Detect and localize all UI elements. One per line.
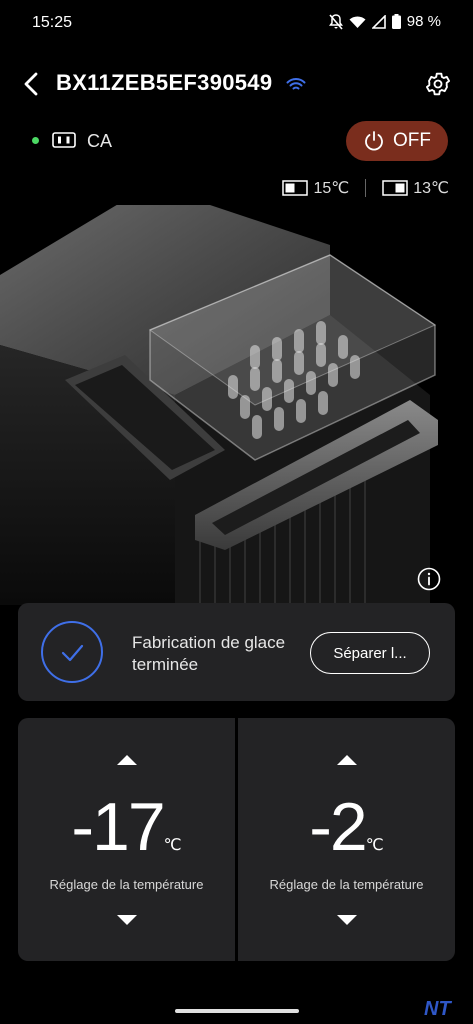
- ac-outlet-icon: [52, 132, 76, 148]
- battery-percent: 98 %: [406, 13, 441, 30]
- separate-button-label: Séparer l...: [333, 644, 407, 662]
- back-arrow-icon[interactable]: [20, 70, 44, 98]
- left-zone-value: 15℃: [313, 180, 350, 197]
- right-zone-icon: [382, 180, 408, 196]
- right-zone-value: 13℃: [413, 180, 449, 197]
- left-zone-temp: 15℃: [282, 178, 349, 198]
- right-temp-unit: ℃: [365, 837, 384, 854]
- status-icons: 98 %: [328, 13, 441, 30]
- wifi-status-icon: [349, 16, 366, 28]
- power-status-dot: [32, 137, 39, 144]
- mute-bell-icon: [328, 13, 343, 30]
- right-temp-readout: -2℃: [238, 788, 455, 866]
- right-temp-decrease-icon[interactable]: [335, 913, 359, 927]
- wifi-connected-icon: [286, 78, 306, 90]
- power-icon: [365, 131, 383, 151]
- left-zone-icon: [282, 180, 309, 196]
- notification-message: Fabrication de glace terminée: [132, 633, 286, 674]
- right-temp-value: -2: [309, 789, 367, 865]
- home-indicator[interactable]: [175, 1009, 299, 1013]
- zone-divider: [365, 179, 367, 197]
- separate-ice-button[interactable]: Séparer l...: [310, 632, 430, 674]
- check-circle-icon: [41, 621, 103, 683]
- right-temp-increase-icon[interactable]: [335, 753, 359, 767]
- right-zone-temp: 13℃: [382, 178, 449, 198]
- status-time: 15:25: [32, 14, 73, 31]
- left-temp-label: Réglage de la température: [49, 877, 204, 892]
- left-temp-unit: ℃: [163, 837, 182, 854]
- left-temp-decrease-icon[interactable]: [115, 913, 139, 927]
- power-button-label: OFF: [393, 130, 431, 151]
- right-temp-label: Réglage de la température: [269, 877, 424, 892]
- power-off-button[interactable]: OFF: [346, 121, 448, 161]
- left-temp-readout: -17℃: [18, 788, 235, 866]
- battery-icon: [391, 14, 401, 29]
- info-icon[interactable]: [417, 567, 441, 591]
- fridge-illustration: [0, 205, 438, 605]
- left-temp-value: -17: [71, 789, 165, 865]
- settings-gear-icon[interactable]: [424, 70, 452, 98]
- power-source-label: CA: [87, 131, 113, 151]
- watermark-logo: NT: [424, 998, 451, 1020]
- left-temp-increase-icon[interactable]: [115, 753, 139, 767]
- zone-temperatures: 15℃ 13℃: [282, 178, 449, 198]
- device-title: BX11ZEB5EF390549: [56, 70, 273, 95]
- signal-icon: [371, 14, 386, 29]
